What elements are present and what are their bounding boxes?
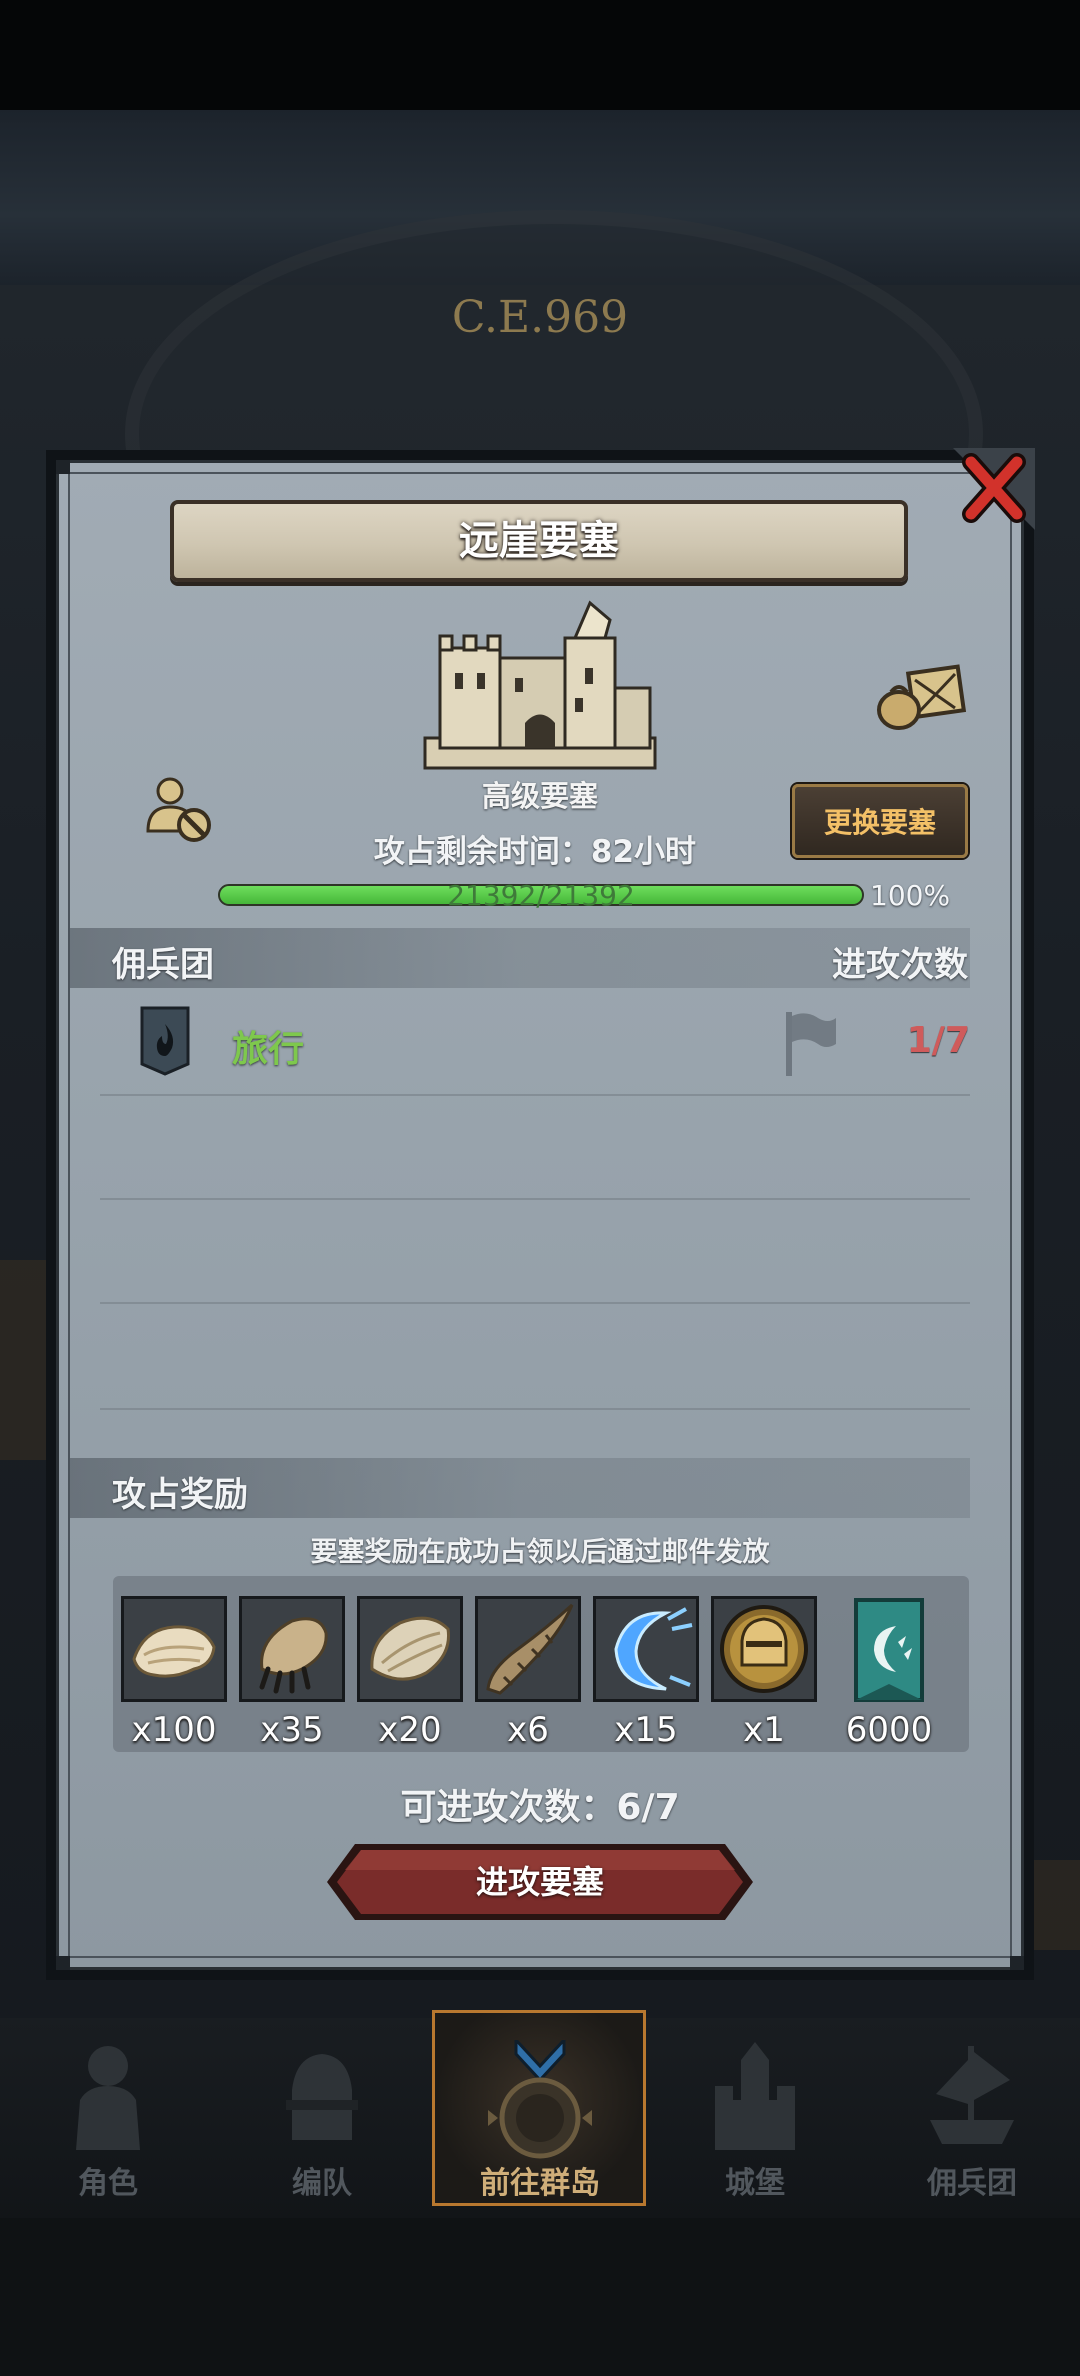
nav-label: 城堡 — [725, 2166, 785, 2201]
reward-item[interactable] — [846, 1596, 932, 1706]
dialog-corner — [56, 1956, 70, 1970]
fortress-hp-value: 21392/21392 — [447, 879, 635, 912]
close-button[interactable] — [953, 448, 1035, 530]
nav-label: 前往群岛 — [480, 2166, 600, 2201]
nav-item-formation[interactable]: 编队 — [222, 2030, 422, 2220]
fur-pelt-icon — [124, 1599, 224, 1699]
horn-icon — [478, 1599, 578, 1699]
row-divider — [100, 1408, 970, 1410]
reward-qty: x15 — [614, 1710, 678, 1750]
row-divider — [100, 1094, 970, 1096]
reward-item[interactable] — [357, 1596, 463, 1702]
row-divider — [100, 1198, 970, 1200]
nav-item-castle[interactable]: 城堡 — [655, 2030, 855, 2220]
reward-qty: x100 — [131, 1710, 217, 1750]
attacks-column-label: 进攻次数 — [832, 945, 968, 985]
knight-helmet-medal-icon — [714, 1599, 814, 1699]
nav-item-islands[interactable]: 前往群岛 — [440, 2030, 640, 2220]
dialog-corner — [56, 460, 70, 474]
attack-fortress-label: 进攻要塞 — [475, 1863, 604, 1901]
guild-badge-icon — [140, 1006, 190, 1076]
row-divider — [100, 1302, 970, 1304]
fortress-castle-icon — [415, 598, 665, 778]
rewards-note: 要塞奖励在成功占领以后通过邮件发放 — [310, 1537, 770, 1568]
guild-name[interactable]: 旅行 — [232, 1020, 304, 1072]
reward-item[interactable] — [121, 1596, 227, 1702]
flag-icon — [782, 1010, 838, 1078]
claw-paw-icon — [242, 1599, 342, 1699]
character-knight-icon — [58, 2040, 158, 2160]
era-label: C.E.969 — [451, 292, 629, 343]
change-fortress-button[interactable]: 更换要塞 — [792, 784, 968, 858]
reward-qty: x35 — [260, 1710, 324, 1750]
guild-column-label: 佣兵团 — [112, 945, 214, 985]
occupy-time-remaining: 攻占剩余时间：82小时 — [373, 834, 697, 870]
side-decoration-right — [1034, 1860, 1080, 1950]
dialog-title: 远崖要塞 — [459, 518, 619, 564]
reward-qty: 6000 — [845, 1710, 933, 1750]
mercenary-ship-icon — [922, 2040, 1022, 2160]
guild-attack-count: 1/7 — [906, 1020, 970, 1061]
reward-item[interactable] — [475, 1596, 581, 1702]
castle-icon — [705, 2040, 805, 2160]
reward-qty: x20 — [378, 1710, 442, 1750]
reward-qty: x6 — [507, 1710, 549, 1750]
nav-label: 角色 — [78, 2166, 138, 2201]
nav-label: 编队 — [292, 2166, 352, 2201]
nav-item-character[interactable]: 角色 — [8, 2030, 208, 2220]
fortress-hp-percent: 100% — [870, 879, 951, 912]
status-bar — [0, 0, 1080, 110]
nav-footer — [0, 2218, 1080, 2376]
blue-crescent-icon — [596, 1599, 696, 1699]
side-decoration-left — [0, 1260, 46, 1460]
guild-banner-icon — [854, 1598, 924, 1702]
remaining-attacks: 可进攻次数：6/7 — [400, 1787, 680, 1828]
reward-item[interactable] — [711, 1596, 817, 1702]
no-guard-icon[interactable] — [144, 773, 214, 843]
reward-qty: x1 — [743, 1710, 785, 1750]
reward-item[interactable] — [239, 1596, 345, 1702]
reward-item[interactable] — [593, 1596, 699, 1702]
hide-leather-icon — [360, 1599, 460, 1699]
reward-pack-icon[interactable] — [875, 660, 967, 732]
close-icon — [953, 448, 1035, 530]
dialog-corner — [1010, 1956, 1024, 1970]
formation-helmet-icon — [272, 2040, 372, 2160]
rewards-section-label: 攻占奖励 — [112, 1475, 248, 1515]
nav-label: 佣兵团 — [927, 2166, 1017, 2201]
nav-item-mercenary[interactable]: 佣兵团 — [872, 2030, 1072, 2220]
islands-compass-icon — [480, 2036, 600, 2160]
fortress-rank: 高级要塞 — [481, 779, 598, 813]
